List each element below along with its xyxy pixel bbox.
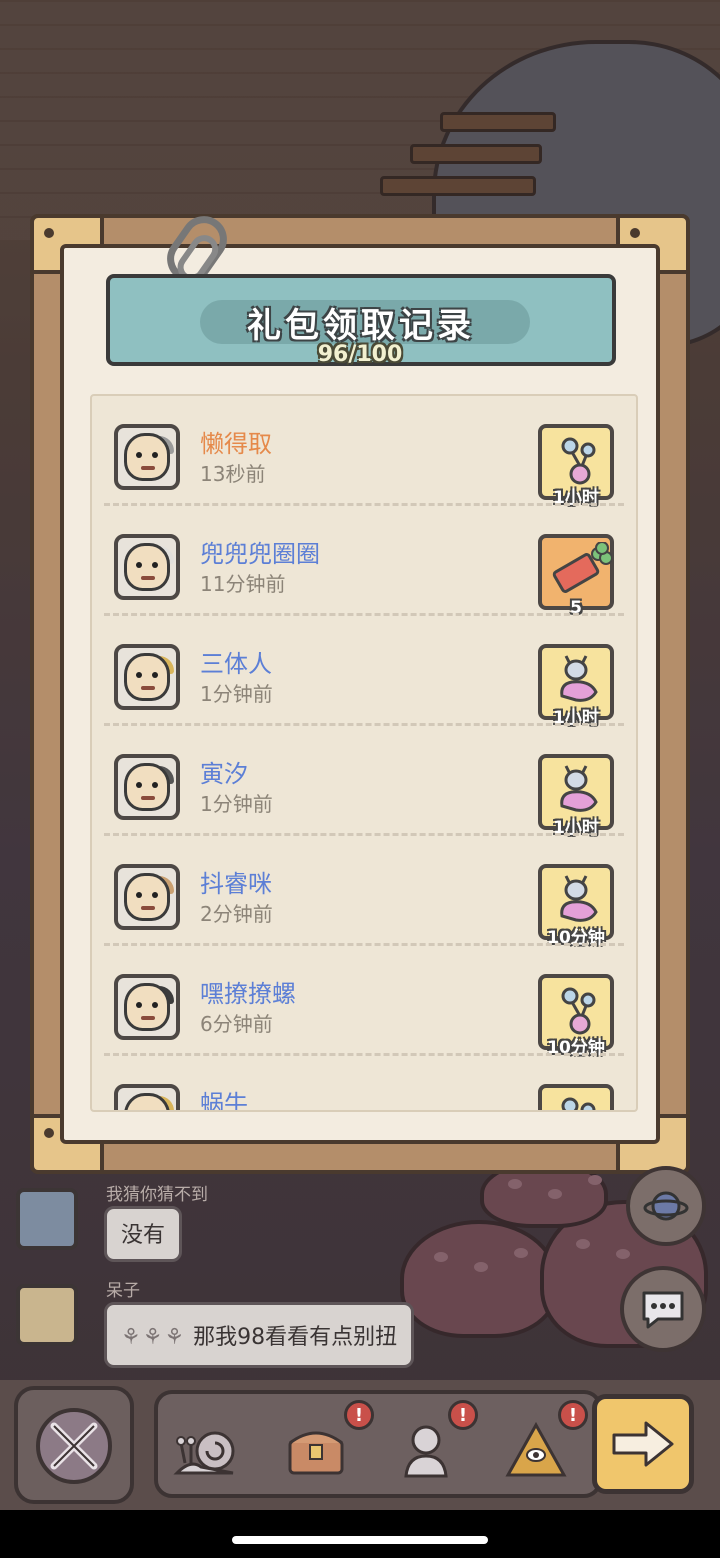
chat-message: 没有 [121, 1223, 166, 1248]
arrow-right-icon [612, 1421, 674, 1467]
claim-time: 1分钟前 [200, 792, 273, 816]
player-name[interactable]: 寅汐 [200, 754, 248, 789]
gift-item[interactable]: 1小时 [538, 644, 614, 728]
panel-title: 礼包领取记录 [247, 306, 475, 346]
player-name[interactable]: 嘿撩撩螺 [200, 974, 296, 1009]
chat-bubble: ⚘⚘⚘ 那我98看看有点别扭 [104, 1302, 415, 1368]
chat-message: 那我98看看有点别扭 [193, 1325, 398, 1350]
record-count: 96/100 [317, 342, 403, 367]
claim-time: 6分钟前 [200, 1012, 273, 1036]
planet-button[interactable] [626, 1166, 706, 1246]
crossed-swords-icon [50, 1422, 98, 1470]
gift-record-panel: 礼包领取记录 96/100 懒得取 13秒前 1小时 兜兜兜圈圈 11分钟前 5 三体人 1分… [30, 207, 690, 1174]
gift-item[interactable]: 1小时 [538, 754, 614, 838]
bust-statue-icon [404, 1425, 448, 1478]
player-name[interactable]: 蜗牛 [200, 1084, 248, 1110]
chat-username: 呆子 [106, 1281, 140, 1301]
avatar-face [124, 543, 170, 591]
record-list[interactable]: 懒得取 13秒前 1小时 兜兜兜圈圈 11分钟前 5 三体人 1分钟前 1小时 寅汐 1分钟前 1小时… [90, 394, 638, 1112]
player-name[interactable]: 懒得取 [200, 424, 272, 459]
avatar-face [124, 653, 170, 701]
claim-time: 2分钟前 [200, 902, 273, 926]
notification-badge: ! [558, 1400, 588, 1430]
nav-tray: ! ! ! [154, 1390, 602, 1498]
bottom-toolbar: ! ! ! [0, 1380, 720, 1510]
skill-button[interactable] [14, 1386, 134, 1504]
player-avatar[interactable] [114, 1084, 180, 1110]
next-button[interactable] [592, 1394, 694, 1494]
gift-item[interactable]: 5 [538, 534, 614, 618]
avatar-face [124, 433, 170, 481]
notification-badge: ! [344, 1400, 374, 1430]
snail-emoji-icon: ⚘⚘⚘ [121, 1325, 187, 1350]
player-avatar[interactable] [114, 864, 180, 930]
claim-time: 11分钟前 [200, 572, 286, 596]
snail-icon [173, 1431, 235, 1475]
record-row[interactable]: 兜兜兜圈圈 11分钟前 5 [92, 506, 636, 618]
player-name[interactable]: 三体人 [200, 644, 272, 679]
record-row[interactable]: 懒得取 13秒前 1小时 [92, 396, 636, 508]
notification-badge: ! [448, 1400, 478, 1430]
player-name[interactable]: 兜兜兜圈圈 [200, 534, 320, 569]
avatar-face [124, 983, 170, 1031]
gift-item[interactable] [538, 1084, 614, 1110]
record-row[interactable]: 寅汐 1分钟前 1小时 [92, 726, 636, 838]
player-avatar[interactable] [114, 754, 180, 820]
avatar-face [124, 763, 170, 811]
chat-avatar[interactable] [16, 1188, 78, 1250]
gift-item[interactable]: 10分钟 [538, 864, 614, 948]
player-avatar[interactable] [114, 534, 180, 600]
chat-button[interactable] [620, 1266, 706, 1352]
gift-item[interactable]: 1小时 [538, 424, 614, 508]
home-indicator[interactable] [232, 1536, 488, 1544]
pyramid-eye-icon [505, 1421, 567, 1477]
chat-avatar[interactable] [16, 1284, 78, 1346]
nav-chest[interactable] [276, 1410, 356, 1490]
claim-time: 13秒前 [200, 462, 266, 486]
player-avatar[interactable] [114, 644, 180, 710]
nav-snail[interactable] [166, 1410, 246, 1490]
planet-icon [643, 1191, 689, 1221]
player-avatar[interactable] [114, 424, 180, 490]
chat-username: 我猜你猜不到 [106, 1185, 208, 1205]
record-row[interactable]: 嘿撩撩螺 6分钟前 10分钟 [92, 946, 636, 1058]
record-row[interactable]: 蜗牛 [92, 1056, 636, 1110]
gift-item[interactable]: 10分钟 [538, 974, 614, 1058]
player-name[interactable]: 抖睿咪 [200, 864, 272, 899]
skill-ring [36, 1408, 112, 1484]
chat-bubble-icon [642, 1291, 684, 1329]
avatar-face [124, 873, 170, 921]
record-row[interactable]: 抖睿咪 2分钟前 10分钟 [92, 836, 636, 948]
chat-bubble: 没有 [104, 1206, 183, 1262]
player-avatar[interactable] [114, 974, 180, 1040]
treasure-chest-icon [288, 1431, 344, 1475]
record-row[interactable]: 三体人 1分钟前 1小时 [92, 616, 636, 728]
claim-time: 1分钟前 [200, 682, 273, 706]
system-home-bar [0, 1510, 720, 1558]
